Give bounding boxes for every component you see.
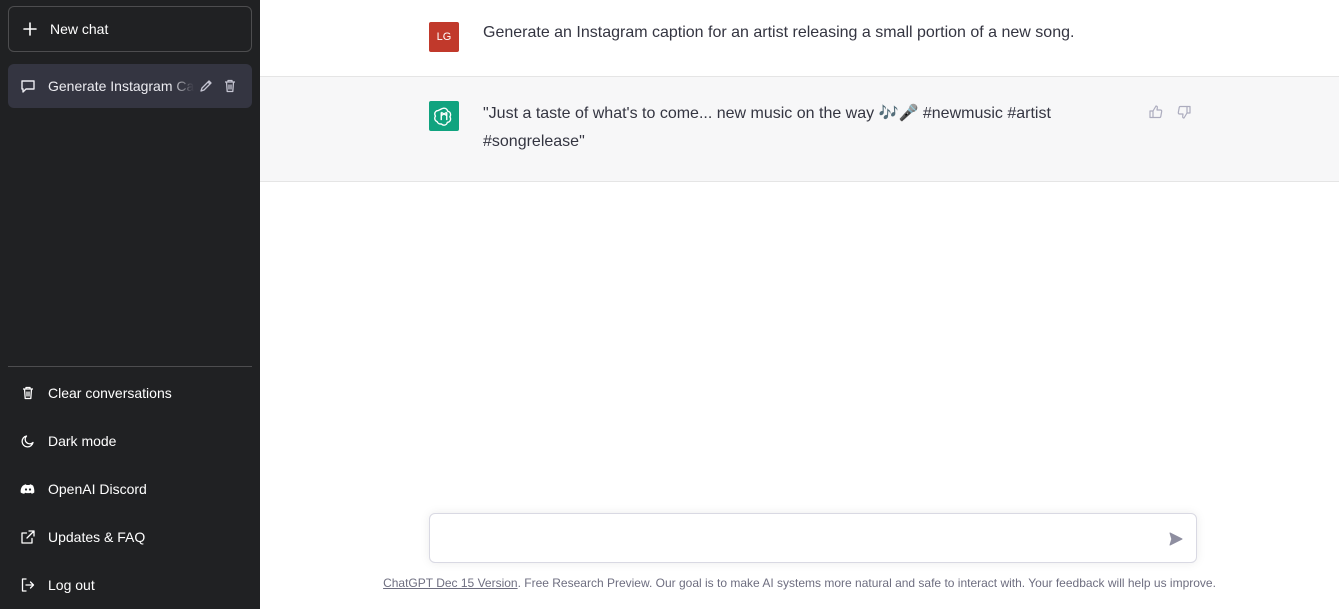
assistant-message-text: "Just a taste of what's to come... new m… <box>483 105 1051 150</box>
sidebar-divider <box>8 366 252 367</box>
conversation-item[interactable]: Generate Instagram Caption <box>8 64 252 108</box>
pencil-icon[interactable] <box>198 78 214 94</box>
discord-icon <box>20 481 36 497</box>
external-link-icon <box>20 529 36 545</box>
assistant-message-row: "Just a taste of what's to come... new m… <box>260 77 1339 182</box>
footer-disclaimer: ChatGPT Dec 15 Version. Free Research Pr… <box>260 576 1339 590</box>
thumbs-down-icon[interactable] <box>1176 104 1192 120</box>
logout-icon <box>20 577 36 593</box>
openai-logo-icon <box>429 101 459 131</box>
logout-button[interactable]: Log out <box>8 563 252 607</box>
new-chat-button[interactable]: New chat <box>8 6 252 52</box>
moon-icon <box>20 433 36 449</box>
user-message-text: Generate an Instagram caption for an art… <box>483 24 1075 41</box>
thumbs-up-icon[interactable] <box>1148 104 1164 120</box>
dark-mode-button[interactable]: Dark mode <box>8 419 252 463</box>
discord-label: OpenAI Discord <box>48 481 147 497</box>
plus-icon <box>23 22 37 36</box>
chat-area: LG Generate an Instagram caption for an … <box>260 0 1339 609</box>
clear-conversations-label: Clear conversations <box>48 385 172 401</box>
discord-link[interactable]: OpenAI Discord <box>8 467 252 511</box>
new-chat-label: New chat <box>50 21 109 37</box>
message-input-container <box>429 513 1197 563</box>
user-avatar: LG <box>429 22 459 52</box>
chat-bubble-icon <box>20 78 36 94</box>
user-message-row: LG Generate an Instagram caption for an … <box>260 0 1339 77</box>
clear-conversations-button[interactable]: Clear conversations <box>8 371 252 415</box>
updates-faq-link[interactable]: Updates & FAQ <box>8 515 252 559</box>
updates-faq-label: Updates & FAQ <box>48 529 146 545</box>
trash-icon[interactable] <box>222 78 238 94</box>
sidebar: New chat Generate Instagram Caption Clea… <box>0 0 260 609</box>
conversation-title: Generate Instagram Caption <box>48 78 194 94</box>
footer-text: . Free Research Preview. Our goal is to … <box>517 576 1216 590</box>
version-link[interactable]: ChatGPT Dec 15 Version <box>383 576 518 590</box>
send-icon[interactable] <box>1168 531 1184 547</box>
message-input[interactable] <box>444 528 1144 550</box>
dark-mode-label: Dark mode <box>48 433 117 449</box>
logout-label: Log out <box>48 577 95 593</box>
trash-icon <box>20 385 36 401</box>
